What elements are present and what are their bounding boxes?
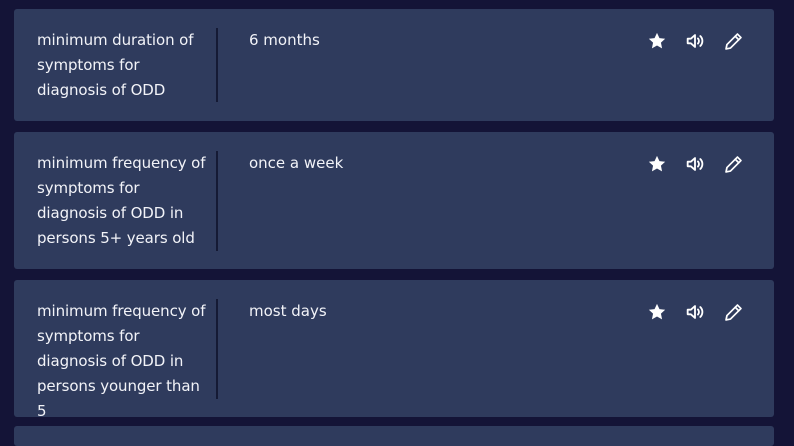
term-text: minimum frequency of symptoms for diagno… <box>37 302 206 420</box>
star-button[interactable] <box>646 153 668 175</box>
term-card: minimum frequency of symptoms for diagno… <box>14 280 774 420</box>
definition-text: most days <box>249 302 327 320</box>
star-button[interactable] <box>646 301 668 323</box>
star-icon <box>648 303 666 320</box>
star-button[interactable] <box>646 30 668 52</box>
term-text: minimum duration of symptoms for diagnos… <box>37 31 194 99</box>
term-card-partial <box>14 426 774 446</box>
term-text: minimum frequency of symptoms for diagno… <box>37 154 206 247</box>
speaker-icon <box>686 157 704 171</box>
definition-text: once a week <box>249 154 344 172</box>
card-actions <box>646 30 744 52</box>
term-card: minimum duration of symptoms for diagnos… <box>14 9 774 121</box>
pencil-icon <box>724 155 742 173</box>
pencil-icon <box>724 32 742 50</box>
star-icon <box>648 32 666 49</box>
card-divider <box>216 151 218 251</box>
card-divider <box>216 28 218 102</box>
edit-button[interactable] <box>722 30 744 52</box>
speaker-icon <box>686 34 704 48</box>
term-card: minimum frequency of symptoms for diagno… <box>14 132 774 269</box>
audio-button[interactable] <box>684 301 706 323</box>
card-actions <box>646 301 744 323</box>
definition-text: 6 months <box>249 31 320 49</box>
card-divider <box>216 299 218 399</box>
edit-button[interactable] <box>722 153 744 175</box>
speaker-icon <box>686 305 704 319</box>
pencil-icon <box>724 303 742 321</box>
audio-button[interactable] <box>684 153 706 175</box>
card-actions <box>646 153 744 175</box>
audio-button[interactable] <box>684 30 706 52</box>
star-icon <box>648 155 666 172</box>
edit-button[interactable] <box>722 301 744 323</box>
flashcard-list: minimum duration of symptoms for diagnos… <box>0 0 794 446</box>
